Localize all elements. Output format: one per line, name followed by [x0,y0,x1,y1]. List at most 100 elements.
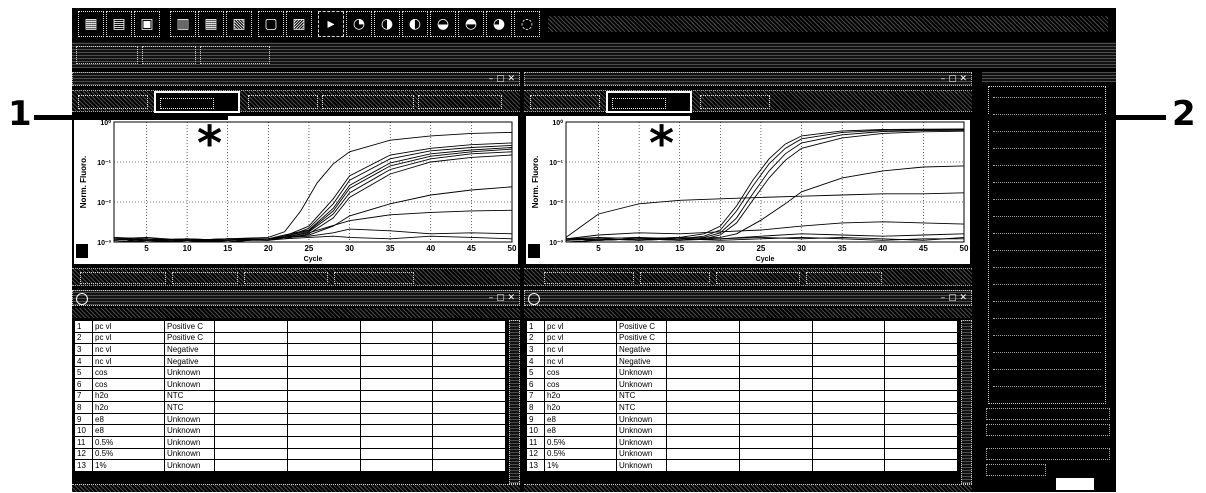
side-option-row[interactable] [986,408,1110,420]
results-button[interactable] [80,272,166,284]
sample-grid-title-bar[interactable]: – ▢ ✕ [72,290,520,306]
side-list-item[interactable] [993,199,1101,200]
tab-cycling[interactable] [530,95,600,109]
table-row[interactable]: 7 h2o NTC [526,389,958,403]
table-row[interactable]: 10 e8 Unknown [74,424,506,437]
side-list-item[interactable] [993,148,1101,149]
zoom-icon[interactable]: ▨ [286,11,312,37]
side-list-item[interactable] [993,301,1101,302]
side-list-item[interactable] [993,335,1101,336]
side-list-item[interactable] [993,182,1101,183]
side-list-item[interactable] [993,165,1101,166]
side-list-item[interactable] [993,352,1101,353]
tab-normalized-fluorescence[interactable] [154,91,240,113]
table-row[interactable]: 1 pc vl Positive C [74,320,506,333]
table-row[interactable]: 5 cos Unknown [74,366,506,379]
table-row[interactable]: 9 e8 Unknown [74,412,506,426]
side-list-item[interactable] [993,233,1101,234]
table-row[interactable]: 11 0.5% Unknown [526,435,958,449]
side-list-item[interactable] [993,318,1101,319]
side-list-item[interactable] [993,386,1101,387]
slope-button[interactable] [716,272,800,284]
window-icon[interactable]: ▢ [258,11,284,37]
view-button[interactable] [76,46,138,64]
side-list[interactable] [988,86,1106,404]
table-row[interactable]: 2 pc vl Positive C [526,331,958,345]
folder-icon[interactable]: ▤ [106,11,132,37]
table-row[interactable]: 9 e8 Unknown [526,412,958,426]
window-controls-icon[interactable]: – ▢ ✕ [489,293,515,303]
table-row[interactable]: 1 pc vl Positive C [526,320,958,333]
results-button[interactable] [544,272,634,284]
sample-grid-title-bar[interactable]: – ▢ ✕ [524,290,972,306]
side-option-row[interactable] [986,424,1110,436]
chart-corner-button[interactable] [528,244,540,258]
export-icon[interactable]: ◒ [430,11,456,37]
report-icon[interactable]: ◐ [402,11,428,37]
settings-icon[interactable]: ◑ [374,11,400,37]
table-row[interactable]: 12 0.5% Unknown [74,447,506,461]
slope-button[interactable] [244,272,328,284]
table-scrollbar[interactable] [961,320,972,484]
table-row[interactable]: 11 0.5% Unknown [74,435,506,449]
table-horizontal-scrollbar[interactable] [72,484,520,492]
table-row[interactable]: 6 cos Unknown [526,377,958,391]
tab-melt[interactable] [322,95,414,109]
outlier-button[interactable] [334,272,414,284]
template-icon[interactable]: ◕ [486,11,512,37]
window-controls-icon[interactable]: – ▢ ✕ [941,74,967,84]
side-list-item[interactable] [993,369,1101,370]
table-row[interactable]: 10 e8 Unknown [526,424,958,437]
table-row[interactable]: 8 h2o NTC [526,401,958,414]
side-panel-title-bar[interactable] [982,72,1116,82]
table-row[interactable]: 3 nc vl Negative [526,343,958,356]
table-row[interactable]: 3 nc vl Negative [74,343,506,356]
table-row[interactable]: 8 h2o NTC [74,401,506,414]
side-list-item[interactable] [993,131,1101,132]
table-row[interactable]: 2 pc vl Positive C [74,331,506,345]
threshold-button[interactable] [640,272,710,284]
chart-corner-button[interactable] [76,244,88,258]
window-controls-icon[interactable]: – ▢ ✕ [941,293,967,303]
tab-comparative[interactable] [700,95,770,109]
table-row[interactable]: 5 cos Unknown [526,366,958,379]
side-list-item[interactable] [993,250,1101,251]
table-row[interactable]: 6 cos Unknown [74,377,506,391]
grid-icon[interactable]: ▦ [78,11,104,37]
table-horizontal-scrollbar[interactable] [524,484,972,492]
panel-title-bar[interactable]: – ▢ ✕ [72,72,520,86]
panel-title-bar[interactable]: – ▢ ✕ [524,72,972,86]
experiment-button[interactable] [200,46,270,64]
outlier-button[interactable] [806,272,882,284]
analysis-icon[interactable]: ◔ [346,11,372,37]
import-icon[interactable]: ◓ [458,11,484,37]
save-icon[interactable]: ▣ [134,11,160,37]
tab-comparative[interactable] [248,95,318,109]
table-row[interactable]: 13 1% Unknown [74,459,506,472]
y-tick-label: 10⁻¹ [97,160,111,167]
table-scrollbar[interactable] [509,320,520,484]
side-checkbox[interactable] [986,464,1046,476]
tab-normalized-fluorescence[interactable] [606,91,692,113]
table-row[interactable]: 4 nc vl Negative [74,354,506,368]
ok-button[interactable] [1056,478,1094,490]
threshold-button[interactable] [172,272,238,284]
tab-cycling[interactable] [78,95,148,109]
table-row[interactable]: 13 1% Unknown [526,459,958,472]
window-controls-icon[interactable]: – ▢ ✕ [489,74,515,84]
print-icon[interactable]: ▥ [170,11,196,37]
side-option-row[interactable] [986,448,1110,460]
tab-options[interactable] [418,95,502,109]
side-list-item[interactable] [993,267,1101,268]
table-icon[interactable]: ▦ [198,11,224,37]
table-row[interactable]: 4 nc vl Negative [526,354,958,368]
chart-icon[interactable]: ▧ [226,11,252,37]
side-list-item[interactable] [993,216,1101,217]
window-menu-button[interactable] [142,46,196,64]
side-list-item[interactable] [993,97,1101,98]
help-icon[interactable]: ◌ [514,11,540,37]
side-list-item[interactable] [993,284,1101,285]
run-icon[interactable]: ▸ [318,11,344,37]
table-row[interactable]: 7 h2o NTC [74,389,506,403]
table-row[interactable]: 12 0.5% Unknown [526,447,958,461]
